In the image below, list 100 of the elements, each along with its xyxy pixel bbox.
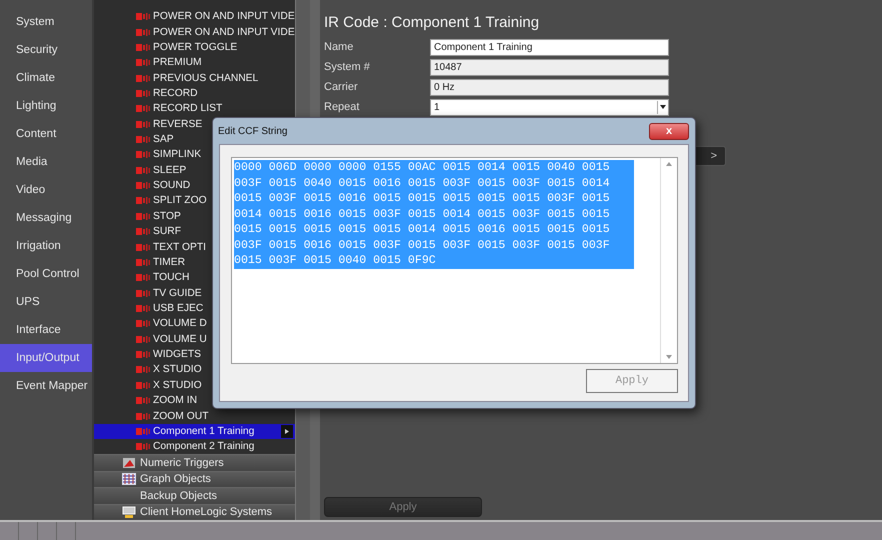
tree-item-label: STOP [153, 210, 181, 222]
ir-icon [136, 428, 150, 435]
nav-item[interactable]: Input/Output [0, 344, 92, 372]
nav-item[interactable]: Lighting [0, 92, 92, 120]
tree-item[interactable]: ZOOM OUT [94, 408, 295, 424]
ir-icon [136, 443, 150, 450]
ir-icon [136, 366, 150, 374]
scroll-down-icon[interactable] [666, 355, 672, 359]
ccf-code-text: 0000 006D 0000 0000 0155 00AC 0015 0014 0015 0040 0015 003F 0015 0040 0015 0016 0015 003F 0015 003F 0015 0014 0015 003F 0015 0016 0015 0015 0015 0015 0015 003F 0015 0014 0015 0016 0015 003F 0015 0014 0015 003F 0015 0015 0015 0015 0015 0015 0015 0014 0015 0016 0015 0015 0015 003F 0015 0016 0015 003F 0015 003F 0015 003F 0015 003F 0015 003F 0015 0040 0015 0F9C [234, 160, 634, 268]
tree-item-label: PREMIUM [153, 57, 202, 68]
scroll-up-icon[interactable] [666, 162, 672, 166]
tree-group[interactable]: Backup Objects [94, 487, 295, 504]
nav-item[interactable]: UPS [0, 288, 92, 316]
ir-icon [136, 351, 150, 358]
panel-title: IR Code : Component 1 Training [324, 14, 540, 31]
tree-item[interactable]: TOUCH [94, 270, 295, 286]
tree-group[interactable]: Client HomeLogic Systems [94, 504, 295, 520]
tree-group-label: Backup Objects [140, 490, 218, 502]
ir-icon [136, 382, 150, 389]
ir-icon [136, 412, 150, 420]
tree-item[interactable]: Component 2 Training [94, 439, 295, 454]
tree-item[interactable]: TV GUIDE [94, 285, 295, 301]
field-label: Name [324, 41, 354, 53]
input-field[interactable]: 1 [430, 98, 669, 116]
tree-item[interactable]: SIMPLINK [94, 147, 295, 163]
tree-item-label: WIDGETS [153, 349, 202, 360]
ir-icon [136, 120, 150, 128]
tree-item[interactable]: X STUDIO [94, 362, 295, 378]
close-button[interactable]: x [649, 122, 689, 140]
ir-icon [136, 28, 150, 36]
tree-item[interactable]: RECORD [94, 86, 295, 102]
tree-item-label: SURF [153, 226, 182, 238]
ir-icon [136, 182, 150, 190]
nav-item[interactable]: System [0, 8, 92, 36]
ir-icon [136, 44, 150, 51]
ir-icon [136, 74, 150, 82]
ir-icon [136, 197, 150, 204]
tree-item[interactable]: ZOOM IN [94, 392, 295, 408]
tree-item-label: TIMER [153, 256, 186, 268]
tree-item[interactable]: PREVIOUS CHANNEL [94, 70, 295, 86]
input-field[interactable]: Component 1 Training [430, 38, 669, 56]
tree-item[interactable]: WIDGETS [94, 346, 295, 362]
tree-item[interactable]: PREMIUM [94, 55, 295, 70]
dropdown-caret-icon [660, 105, 666, 109]
tree-item-label: USB EJEC [153, 303, 204, 314]
tree-item[interactable]: POWER ON AND INPUT VIDE [94, 24, 295, 40]
ir-icon [136, 212, 150, 220]
tree-item[interactable]: X STUDIO [94, 378, 295, 393]
tree-item-label: Component 1 Training [153, 426, 254, 437]
nav-item[interactable]: Media [0, 148, 92, 176]
nav-item[interactable]: Messaging [0, 204, 92, 232]
nav-item[interactable]: Security [0, 36, 92, 64]
nav-item[interactable]: Interface [0, 316, 92, 344]
ir-icon [136, 90, 150, 97]
tree-item-label: POWER ON AND INPUT VIDE [153, 11, 295, 22]
tree-item[interactable]: Component 1 Training [94, 424, 295, 440]
tree-item-label: RECORD LIST [153, 103, 222, 114]
tree-item-label: X STUDIO [153, 380, 202, 391]
tree-item-label: SLEEP [153, 164, 186, 176]
ir-icon [136, 290, 150, 297]
tree-group[interactable]: Numeric Triggers [94, 454, 295, 471]
nav-item[interactable]: Video [0, 176, 92, 204]
nav-item[interactable]: Climate [0, 64, 92, 92]
tree-item-label: POWER ON AND INPUT VIDE [153, 26, 295, 38]
tree-item-label: TV GUIDE [153, 288, 202, 299]
tree-item-label: VOLUME U [153, 334, 207, 345]
tree-item-label: SAP [153, 134, 174, 146]
ir-icon [136, 320, 150, 328]
ir-icon [136, 166, 150, 174]
computer-icon [122, 506, 136, 518]
nav-item[interactable]: Pool Control [0, 260, 92, 288]
input-field[interactable]: 10487 [430, 58, 669, 76]
tree-group[interactable]: Graph Objects [94, 470, 295, 488]
nav-item[interactable]: Irrigation [0, 232, 92, 260]
tree-item-label: Component 2 Training [153, 441, 254, 452]
tree-item[interactable]: RECORD LIST [94, 101, 295, 117]
field-label: System # [324, 61, 371, 73]
input-field[interactable]: 0 Hz [430, 78, 669, 96]
text-area[interactable] [231, 157, 678, 364]
tree-item[interactable]: VOLUME U [94, 332, 295, 347]
tree-item[interactable]: POWER ON AND INPUT VIDE [94, 9, 295, 24]
tree-group-label: Client HomeLogic Systems [140, 506, 272, 518]
dialog-title: Edit CCF String [218, 126, 288, 136]
tree-item-label: SPLIT ZOO [153, 195, 207, 206]
triggers-icon [122, 457, 136, 470]
tree-item-label: ZOOM IN [153, 395, 198, 406]
nav-item[interactable]: Event Mapper [0, 372, 92, 400]
field-label: Repeat [324, 101, 360, 113]
ir-icon [136, 151, 150, 158]
tree-item[interactable]: POWER TOGGLE [94, 40, 295, 56]
ir-icon [136, 228, 150, 236]
tree-item-label: REVERSE [153, 118, 202, 130]
tree-item-label: ZOOM OUT [153, 410, 208, 422]
ir-icon [136, 105, 150, 112]
tree-group-label: Numeric Triggers [140, 457, 224, 470]
tree-item-label: X STUDIO [153, 364, 202, 376]
nav-item[interactable]: Content [0, 120, 92, 148]
tree-item-label: SIMPLINK [153, 149, 202, 160]
tree-item[interactable]: VOLUME D [94, 316, 295, 332]
tree-item[interactable]: USB EJEC [94, 300, 295, 316]
